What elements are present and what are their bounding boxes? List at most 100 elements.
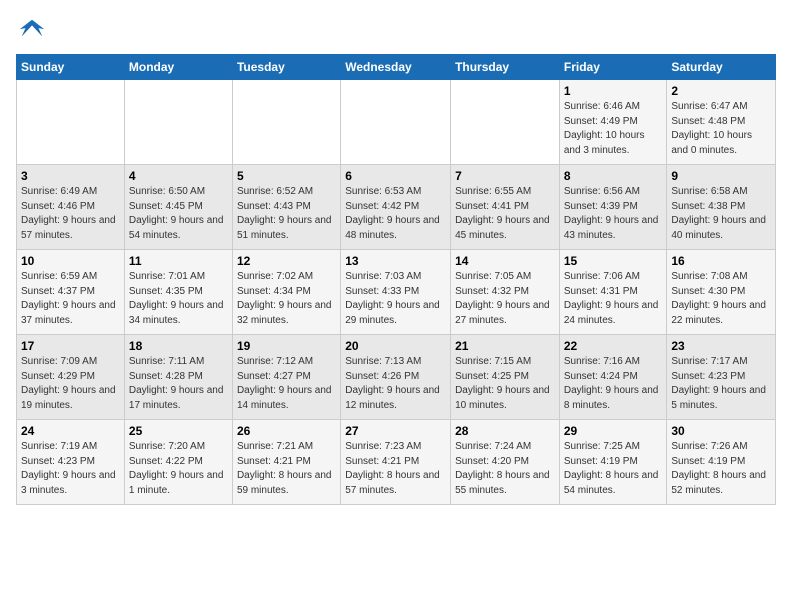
day-info: Sunrise: 7:08 AM Sunset: 4:30 PM Dayligh… [671, 270, 771, 328]
calendar-cell: 7Sunrise: 6:55 AM Sunset: 4:41 PM Daylig… [451, 165, 560, 250]
day-number: 5 [237, 169, 336, 183]
day-number: 4 [129, 169, 228, 183]
weekday-header: Thursday [451, 55, 560, 80]
day-info: Sunrise: 7:01 AM Sunset: 4:35 PM Dayligh… [129, 270, 228, 328]
page-container: SundayMondayTuesdayWednesdayThursdayFrid… [0, 0, 792, 513]
day-info: Sunrise: 7:15 AM Sunset: 4:25 PM Dayligh… [455, 355, 555, 413]
day-info: Sunrise: 7:23 AM Sunset: 4:21 PM Dayligh… [345, 440, 446, 498]
calendar-cell: 27 Sunrise: 7:23 AM Sunset: 4:21 PM Dayli… [341, 420, 451, 505]
day-number: 14 [455, 254, 555, 268]
day-number: 30 [671, 424, 771, 438]
calendar-cell: 30Sunrise: 7:26 AM Sunset: 4:19 PM Dayli… [667, 420, 776, 505]
calendar-cell: 5 Sunrise: 6:52 AM Sunset: 4:43 PM Daylig… [232, 165, 340, 250]
calendar-week-row: 1 Sunrise: 6:46 AM Sunset: 4:49 PM Daylig… [17, 80, 776, 165]
day-info: Sunrise: 6:52 AM Sunset: 4:43 PM Dayligh… [237, 185, 336, 243]
weekday-header: Monday [124, 55, 232, 80]
calendar-week-row: 3Sunrise: 6:49 AM Sunset: 4:46 PM Daylig… [17, 165, 776, 250]
day-info: Sunrise: 7:11 AM Sunset: 4:28 PM Dayligh… [129, 355, 228, 413]
day-number: 26 [237, 424, 336, 438]
day-info: Sunrise: 6:50 AM Sunset: 4:45 PM Dayligh… [129, 185, 228, 243]
day-number: 29 [564, 424, 663, 438]
day-number: 19 [237, 339, 336, 353]
calendar-week-row: 10 Sunrise: 6:59 AM Sunset: 4:37 PM Dayli… [17, 250, 776, 335]
calendar-cell [17, 80, 125, 165]
day-info: Sunrise: 6:47 AM Sunset: 4:48 PM Dayligh… [671, 100, 771, 158]
calendar-cell: 3Sunrise: 6:49 AM Sunset: 4:46 PM Daylig… [17, 165, 125, 250]
calendar-cell: 1 Sunrise: 6:46 AM Sunset: 4:49 PM Daylig… [559, 80, 667, 165]
day-number: 18 [129, 339, 228, 353]
calendar-week-row: 24 Sunrise: 7:19 AM Sunset: 4:23 PM Dayli… [17, 420, 776, 505]
calendar-cell: 8 Sunrise: 6:56 AM Sunset: 4:39 PM Daylig… [559, 165, 667, 250]
day-info: Sunrise: 6:55 AM Sunset: 4:41 PM Dayligh… [455, 185, 555, 243]
calendar-cell: 11 Sunrise: 7:01 AM Sunset: 4:35 PM Dayli… [124, 250, 232, 335]
calendar-cell: 2 Sunrise: 6:47 AM Sunset: 4:48 PM Daylig… [667, 80, 776, 165]
day-info: Sunrise: 7:25 AM Sunset: 4:19 PM Dayligh… [564, 440, 663, 498]
day-info: Sunrise: 7:12 AM Sunset: 4:27 PM Dayligh… [237, 355, 336, 413]
day-info: Sunrise: 6:58 AM Sunset: 4:38 PM Dayligh… [671, 185, 771, 243]
day-info: Sunrise: 7:02 AM Sunset: 4:34 PM Dayligh… [237, 270, 336, 328]
day-info: Sunrise: 7:05 AM Sunset: 4:32 PM Dayligh… [455, 270, 555, 328]
day-info: Sunrise: 7:16 AM Sunset: 4:24 PM Dayligh… [564, 355, 663, 413]
day-number: 9 [671, 169, 771, 183]
calendar-header-row: SundayMondayTuesdayWednesdayThursdayFrid… [17, 55, 776, 80]
calendar-cell [341, 80, 451, 165]
day-info: Sunrise: 7:06 AM Sunset: 4:31 PM Dayligh… [564, 270, 663, 328]
calendar-cell: 15Sunrise: 7:06 AM Sunset: 4:31 PM Dayli… [559, 250, 667, 335]
day-number: 13 [345, 254, 446, 268]
day-number: 11 [129, 254, 228, 268]
day-number: 16 [671, 254, 771, 268]
day-info: Sunrise: 6:56 AM Sunset: 4:39 PM Dayligh… [564, 185, 663, 243]
calendar-cell: 28Sunrise: 7:24 AM Sunset: 4:20 PM Dayli… [451, 420, 560, 505]
calendar-week-row: 17 Sunrise: 7:09 AM Sunset: 4:29 PM Dayli… [17, 335, 776, 420]
day-info: Sunrise: 6:46 AM Sunset: 4:49 PM Dayligh… [564, 100, 663, 158]
weekday-header: Saturday [667, 55, 776, 80]
day-number: 20 [345, 339, 446, 353]
day-number: 10 [21, 254, 120, 268]
calendar-cell [124, 80, 232, 165]
calendar-cell [232, 80, 340, 165]
day-number: 2 [671, 84, 771, 98]
day-number: 8 [564, 169, 663, 183]
calendar-cell: 20 Sunrise: 7:13 AM Sunset: 4:26 PM Dayli… [341, 335, 451, 420]
day-info: Sunrise: 7:19 AM Sunset: 4:23 PM Dayligh… [21, 440, 120, 498]
calendar-cell: 25Sunrise: 7:20 AM Sunset: 4:22 PM Dayli… [124, 420, 232, 505]
calendar-cell: 26 Sunrise: 7:21 AM Sunset: 4:21 PM Dayli… [232, 420, 340, 505]
day-info: Sunrise: 7:03 AM Sunset: 4:33 PM Dayligh… [345, 270, 446, 328]
calendar-cell: 9 Sunrise: 6:58 AM Sunset: 4:38 PM Daylig… [667, 165, 776, 250]
calendar-cell: 6 Sunrise: 6:53 AM Sunset: 4:42 PM Daylig… [341, 165, 451, 250]
logo-bird-icon [18, 16, 46, 44]
day-number: 12 [237, 254, 336, 268]
calendar-cell: 24 Sunrise: 7:19 AM Sunset: 4:23 PM Dayli… [17, 420, 125, 505]
day-info: Sunrise: 7:13 AM Sunset: 4:26 PM Dayligh… [345, 355, 446, 413]
day-info: Sunrise: 7:21 AM Sunset: 4:21 PM Dayligh… [237, 440, 336, 498]
calendar-cell: 21 Sunrise: 7:15 AM Sunset: 4:25 PM Dayli… [451, 335, 560, 420]
day-info: Sunrise: 7:24 AM Sunset: 4:20 PM Dayligh… [455, 440, 555, 498]
day-info: Sunrise: 7:20 AM Sunset: 4:22 PM Dayligh… [129, 440, 228, 498]
weekday-header: Sunday [17, 55, 125, 80]
day-number: 1 [564, 84, 663, 98]
calendar-cell: 12 Sunrise: 7:02 AM Sunset: 4:34 PM Dayli… [232, 250, 340, 335]
day-info: Sunrise: 7:09 AM Sunset: 4:29 PM Dayligh… [21, 355, 120, 413]
day-info: Sunrise: 6:53 AM Sunset: 4:42 PM Dayligh… [345, 185, 446, 243]
calendar-cell: 13 Sunrise: 7:03 AM Sunset: 4:33 PM Dayli… [341, 250, 451, 335]
weekday-header: Wednesday [341, 55, 451, 80]
weekday-header: Tuesday [232, 55, 340, 80]
day-info: Sunrise: 6:49 AM Sunset: 4:46 PM Dayligh… [21, 185, 120, 243]
day-info: Sunrise: 6:59 AM Sunset: 4:37 PM Dayligh… [21, 270, 120, 328]
day-number: 6 [345, 169, 446, 183]
header [16, 16, 776, 44]
calendar-cell: 14 Sunrise: 7:05 AM Sunset: 4:32 PM Dayli… [451, 250, 560, 335]
calendar-cell: 23Sunrise: 7:17 AM Sunset: 4:23 PM Dayli… [667, 335, 776, 420]
calendar-cell: 18 Sunrise: 7:11 AM Sunset: 4:28 PM Dayli… [124, 335, 232, 420]
calendar-cell: 29 Sunrise: 7:25 AM Sunset: 4:19 PM Dayli… [559, 420, 667, 505]
day-number: 24 [21, 424, 120, 438]
calendar-cell: 17 Sunrise: 7:09 AM Sunset: 4:29 PM Dayli… [17, 335, 125, 420]
calendar-cell: 22 Sunrise: 7:16 AM Sunset: 4:24 PM Dayli… [559, 335, 667, 420]
day-number: 22 [564, 339, 663, 353]
day-number: 27 [345, 424, 446, 438]
day-number: 21 [455, 339, 555, 353]
calendar-cell [451, 80, 560, 165]
calendar-cell: 10 Sunrise: 6:59 AM Sunset: 4:37 PM Dayli… [17, 250, 125, 335]
day-number: 23 [671, 339, 771, 353]
day-number: 17 [21, 339, 120, 353]
